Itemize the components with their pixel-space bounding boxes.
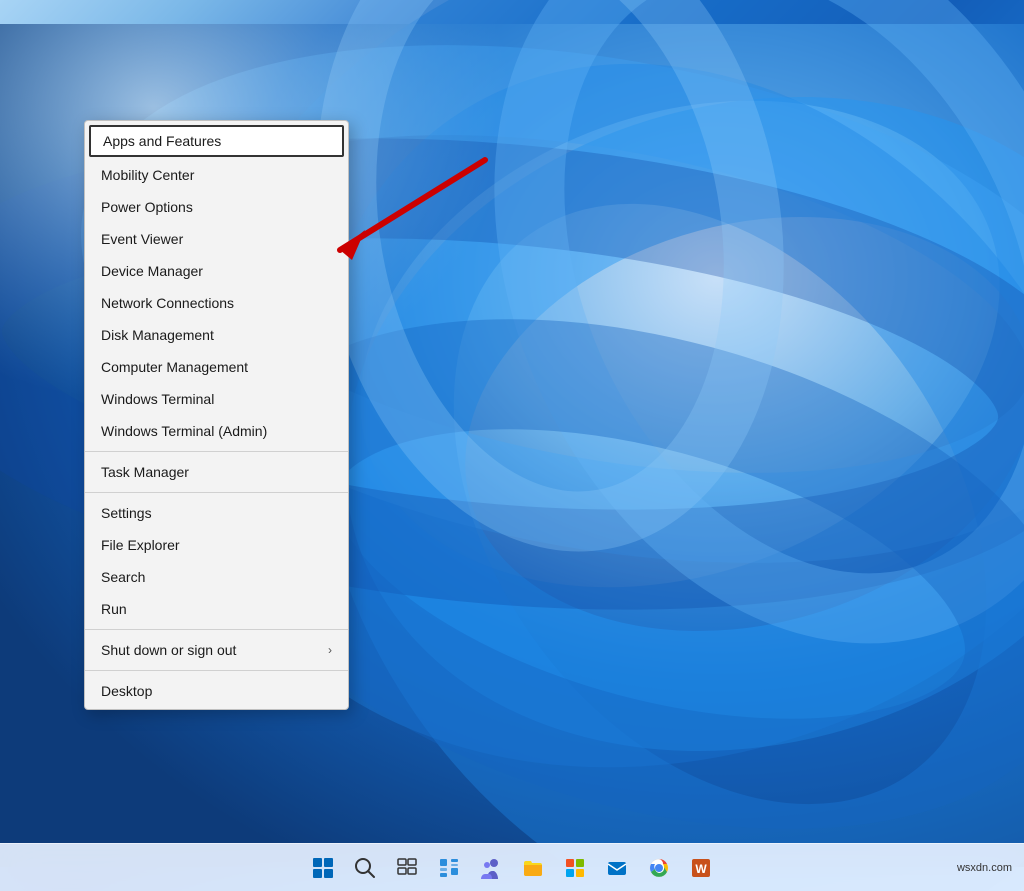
- menu-item-power-options[interactable]: Power Options: [85, 191, 348, 223]
- menu-item-task-manager[interactable]: Task Manager: [85, 456, 348, 488]
- widgets-button[interactable]: [429, 848, 469, 888]
- extra-app-button[interactable]: W: [681, 848, 721, 888]
- ms-store-button[interactable]: [555, 848, 595, 888]
- menu-item-device-manager[interactable]: Device Manager: [85, 255, 348, 287]
- menu-item-event-viewer[interactable]: Event Viewer: [85, 223, 348, 255]
- menu-item-file-explorer[interactable]: File Explorer: [85, 529, 348, 561]
- search-icon: [354, 857, 376, 879]
- ms-store-icon: [564, 857, 586, 879]
- menu-separator-1: [85, 451, 348, 452]
- menu-item-desktop[interactable]: Desktop: [85, 675, 348, 707]
- taskbar: W wsxdn.com: [0, 843, 1024, 891]
- mail-button[interactable]: [597, 848, 637, 888]
- menu-item-mobility-center[interactable]: Mobility Center: [85, 159, 348, 191]
- chrome-icon: [648, 857, 670, 879]
- menu-item-windows-terminal-admin[interactable]: Windows Terminal (Admin): [85, 415, 348, 447]
- menu-item-computer-management[interactable]: Computer Management: [85, 351, 348, 383]
- start-button[interactable]: [303, 848, 343, 888]
- file-explorer-icon: [522, 857, 544, 879]
- menu-item-apps-features[interactable]: Apps and Features: [89, 125, 344, 157]
- menu-separator-3: [85, 629, 348, 630]
- menu-item-run[interactable]: Run: [85, 593, 348, 625]
- menu-separator-2: [85, 492, 348, 493]
- menu-item-network-connections[interactable]: Network Connections: [85, 287, 348, 319]
- desktop: Apps and Features Mobility Center Power …: [0, 0, 1024, 891]
- teams-button[interactable]: [471, 848, 511, 888]
- mail-icon: [606, 857, 628, 879]
- task-view-icon: [396, 857, 418, 879]
- taskbar-tray: wsxdn.com: [957, 862, 1012, 874]
- svg-text:W: W: [695, 862, 707, 876]
- context-menu: Apps and Features Mobility Center Power …: [84, 120, 349, 710]
- taskbar-icons: W: [303, 848, 721, 888]
- chrome-button[interactable]: [639, 848, 679, 888]
- extra-app-icon: W: [690, 857, 712, 879]
- menu-item-search[interactable]: Search: [85, 561, 348, 593]
- menu-item-disk-management[interactable]: Disk Management: [85, 319, 348, 351]
- menu-item-settings[interactable]: Settings: [85, 497, 348, 529]
- widgets-icon: [438, 857, 460, 879]
- search-taskbar-button[interactable]: [345, 848, 385, 888]
- submenu-arrow-icon: ›: [328, 643, 332, 657]
- menu-item-windows-terminal[interactable]: Windows Terminal: [85, 383, 348, 415]
- windows-logo-icon: [313, 858, 333, 878]
- file-explorer-button[interactable]: [513, 848, 553, 888]
- menu-separator-4: [85, 670, 348, 671]
- task-view-button[interactable]: [387, 848, 427, 888]
- menu-item-shut-down[interactable]: Shut down or sign out ›: [85, 634, 348, 666]
- teams-icon: [479, 857, 503, 879]
